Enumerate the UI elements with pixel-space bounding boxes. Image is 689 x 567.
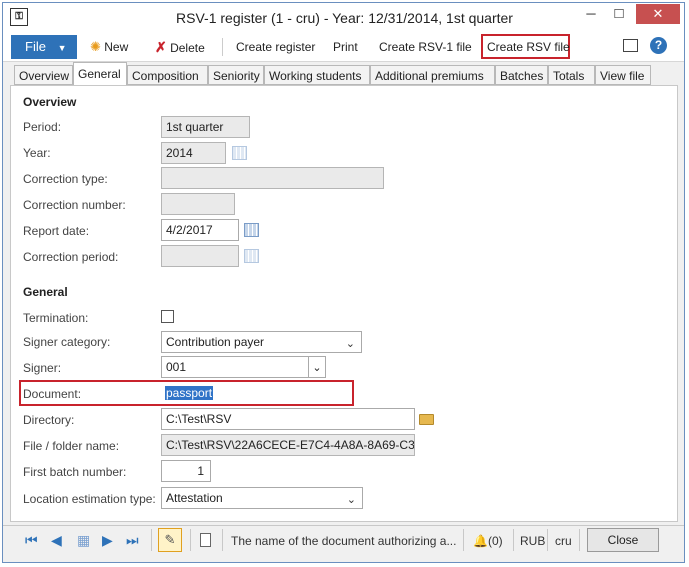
grid-icon[interactable]: ▦ [77,532,90,548]
document-label: Document: [23,387,82,401]
previous-record-icon[interactable]: ◀ [51,532,62,548]
chevron-down-icon: ⌄ [345,338,355,350]
close-button[interactable]: Close [587,528,659,552]
chevron-down-icon: ▼ [57,43,67,53]
correction-type-label: Correction type: [23,172,108,186]
status-separator [547,529,548,551]
create-register-button[interactable]: Create register [236,38,315,56]
directory-field[interactable]: C:\Test\RSV [161,408,415,430]
tab-seniority[interactable]: Seniority [208,65,264,85]
status-separator [190,529,191,551]
first-batch-number-label: First batch number: [23,465,127,479]
field-help-text: The name of the document authorizing a..… [231,534,457,548]
tab-view-file[interactable]: View file [595,65,651,85]
year-label: Year: [23,146,51,160]
status-separator [222,529,223,551]
location-estimation-type-select[interactable]: Attestation ⌄ [161,487,363,509]
help-icon[interactable]: ? [650,37,667,54]
bell-icon[interactable]: 🔔 [473,533,488,549]
correction-type-field[interactable] [161,167,384,189]
company-indicator[interactable]: cru [555,533,572,549]
chevron-down-icon: ⌄ [346,494,356,506]
signer-lookup-button[interactable]: ⌄ [308,356,326,378]
create-rsv1-file-button[interactable]: Create RSV-1 file [379,38,472,56]
signer-category-label: Signer category: [23,335,111,349]
termination-checkbox[interactable] [161,310,174,323]
signer-field[interactable]: 001 [161,356,310,378]
general-heading: General [23,285,68,299]
report-date-field[interactable]: 4/2/2017 [161,219,239,241]
file-menu-label: File [25,39,46,54]
tab-overview[interactable]: Overview [14,65,73,85]
report-date-label: Report date: [23,224,90,238]
signer-label: Signer: [23,361,62,375]
overview-heading: Overview [23,95,77,109]
maximize-button[interactable]: □ [606,4,632,24]
correction-number-field[interactable] [161,193,235,215]
sun-icon: ✺ [90,39,101,54]
signer-category-select[interactable]: Contribution payer ⌄ [161,331,362,353]
file-folder-name-label: File / folder name: [23,439,120,453]
folder-icon[interactable] [419,414,434,425]
general-tab-content [10,85,678,522]
last-record-icon[interactable]: ⏭ [126,532,139,548]
correction-period-label: Correction period: [23,250,119,264]
new-button[interactable]: ✺ New [90,38,128,56]
year-field[interactable]: 2014 [161,142,226,164]
calendar-icon[interactable] [244,249,259,263]
correction-period-field[interactable] [161,245,239,267]
minimize-button[interactable]: ─ [578,4,604,24]
status-separator [579,529,580,551]
chevron-down-icon: ⌄ [312,362,322,374]
close-window-button[interactable]: ✕ [636,4,680,24]
period-field[interactable]: 1st quarter [161,116,250,138]
file-folder-name-field[interactable]: C:\Test\RSV\22A6CECE-E7C4-4A8A-8A69-C36 [161,434,415,456]
tab-composition[interactable]: Composition [127,65,208,85]
layout-icon[interactable] [623,39,638,52]
file-menu-button[interactable]: File ▼ [11,35,77,59]
first-batch-number-field[interactable]: 1 [161,460,211,482]
delete-button[interactable]: ✗ Delete [155,38,205,56]
notification-count[interactable]: (0) [488,533,503,549]
currency-indicator[interactable]: RUB [520,533,545,549]
termination-label: Termination: [23,311,89,325]
delete-x-icon: ✗ [155,39,167,55]
tab-batches[interactable]: Batches [495,65,548,85]
first-record-icon[interactable]: ⏮ [25,532,38,548]
tab-general[interactable]: General [73,62,127,86]
directory-label: Directory: [23,413,75,427]
create-rsv-file-button[interactable]: Create RSV file [487,38,570,56]
print-button[interactable]: Print [333,38,358,56]
edit-pencil-icon[interactable]: ✎ [158,528,182,552]
location-estimation-type-value: Attestation [166,491,223,505]
status-separator [151,529,152,551]
new-label: New [104,40,129,54]
attachment-icon[interactable] [200,533,211,547]
correction-number-label: Correction number: [23,198,126,212]
tab-totals[interactable]: Totals [548,65,595,85]
delete-label: Delete [170,41,205,55]
signer-category-value: Contribution payer [166,335,265,349]
calendar-icon[interactable] [232,146,247,160]
status-separator [463,529,464,551]
status-separator [513,529,514,551]
calendar-icon[interactable] [244,223,259,237]
tab-additional-premiums[interactable]: Additional premiums [370,65,495,85]
period-label: Period: [23,120,62,134]
tab-working-students[interactable]: Working students [264,65,370,85]
toolbar-separator [222,38,223,56]
location-estimation-type-label: Location estimation type: [23,492,156,506]
document-value: passport [165,386,214,400]
next-record-icon[interactable]: ▶ [102,532,113,548]
document-field[interactable]: passport [165,386,214,400]
